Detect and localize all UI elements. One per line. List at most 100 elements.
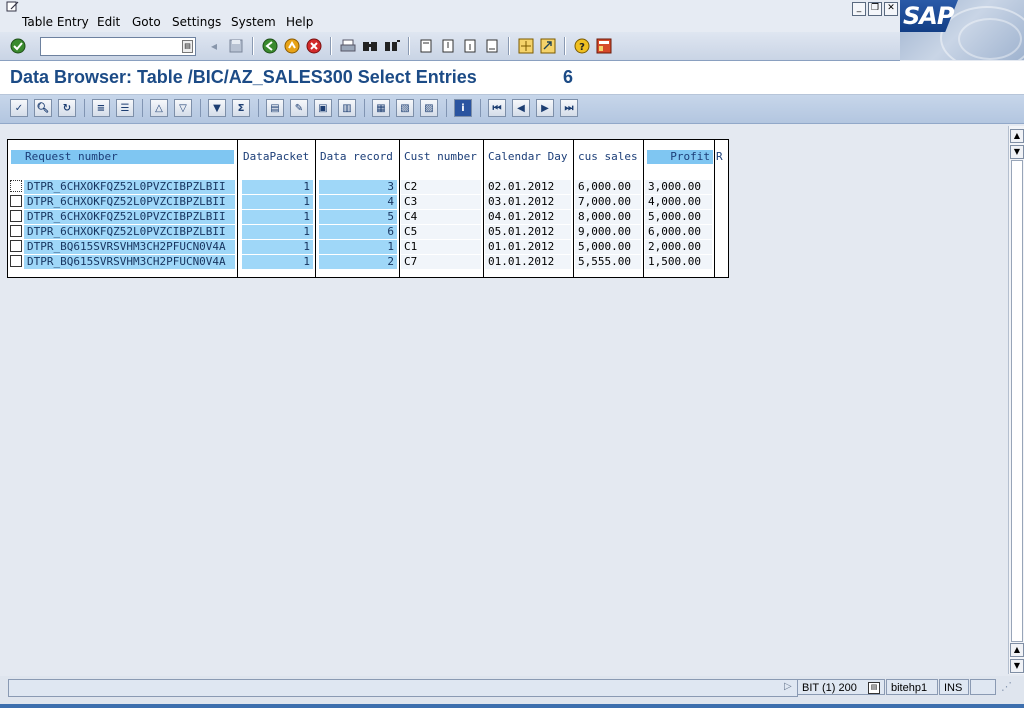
cell-cust-number: C1 (401, 240, 481, 254)
check-table-icon[interactable]: ✓ (10, 99, 28, 117)
next-record-icon[interactable]: ▶ (536, 99, 554, 117)
header-profit[interactable]: Profit (647, 150, 713, 164)
enter-icon[interactable] (9, 37, 27, 55)
refresh-icon[interactable]: ↻ (58, 99, 76, 117)
menu-corner-icon[interactable] (6, 1, 20, 13)
row-checkbox[interactable] (10, 255, 22, 267)
menu-system[interactable]: System (231, 15, 276, 29)
header-r[interactable]: R (715, 150, 727, 164)
status-expand-icon[interactable]: ▷ (780, 679, 797, 695)
command-field[interactable]: ▤ (40, 37, 196, 56)
find-icon[interactable] (361, 37, 379, 55)
header-request-number[interactable]: Request number (11, 150, 234, 164)
toolbar-separator (480, 99, 481, 117)
toolbar-separator (446, 99, 447, 117)
menu-goto[interactable]: Goto (132, 15, 161, 29)
vertical-scrollbar[interactable]: ▲ ▼ ▲ ▼ (1008, 126, 1024, 674)
check-entries-icon[interactable]: ☰ (116, 99, 134, 117)
menu-help[interactable]: Help (286, 15, 313, 29)
word-processing-icon[interactable]: ✎ (290, 99, 308, 117)
cell-profit: 4,000.00 (645, 195, 712, 209)
exit-icon[interactable] (283, 37, 301, 55)
cell-request-number: DTPR_6CHXOKFQZ52L0PVZCIBPZLBII (24, 195, 235, 209)
change-layout-icon[interactable]: ▦ (372, 99, 390, 117)
scroll-down-icon[interactable]: ▼ (1010, 659, 1024, 673)
print-icon[interactable] (339, 37, 357, 55)
menu-edit[interactable]: Edit (97, 15, 120, 29)
cell-calendar-day: 05.01.2012 (485, 225, 571, 239)
local-file-icon[interactable]: ▣ (314, 99, 332, 117)
toolbar-separator (330, 37, 332, 55)
close-window-icon[interactable]: ✕ (884, 2, 898, 16)
cell-request-number: DTPR_BQ615SVRSVHM3CH2PFUCN0V4A (24, 255, 235, 269)
back-icon[interactable] (261, 37, 279, 55)
window-controls: _ ❐ ✕ (852, 2, 898, 16)
graphic-icon[interactable]: ▥ (338, 99, 356, 117)
previous-record-icon[interactable]: ◀ (512, 99, 530, 117)
sort-descending-icon[interactable]: ▽ (174, 99, 192, 117)
scroll-page-up-icon[interactable]: ▼ (1010, 145, 1024, 159)
cell-profit: 1,500.00 (645, 255, 712, 269)
next-page-icon[interactable] (461, 37, 479, 55)
scroll-track[interactable] (1011, 160, 1023, 642)
row-checkbox[interactable] (10, 240, 22, 252)
last-page-icon[interactable] (483, 37, 501, 55)
scroll-up-icon[interactable]: ▲ (1010, 129, 1024, 143)
status-mode: INS (939, 679, 969, 695)
header-data-packet[interactable]: DataPacket (240, 150, 313, 164)
menu-table-entry[interactable]: Table Entry (22, 15, 89, 29)
status-system: BIT (1) 200 ▤ (797, 679, 885, 695)
cell-data-record: 6 (319, 225, 397, 239)
header-data-record[interactable]: Data record (317, 150, 399, 164)
filter-icon[interactable]: ▼ (208, 99, 226, 117)
row-checkbox[interactable] (10, 180, 22, 192)
cancel-icon[interactable] (305, 37, 323, 55)
row-checkbox[interactable] (10, 195, 22, 207)
status-bar: ▷ BIT (1) 200 ▤ bitehp1 INS ⋰ (0, 676, 1024, 708)
cell-data-packet: 1 (242, 255, 313, 269)
logo-text: SAP (903, 2, 954, 30)
layout-menu-icon[interactable] (595, 37, 613, 55)
resize-grip-icon[interactable]: ⋰ (997, 679, 1019, 695)
cell-request-number: DTPR_6CHXOKFQZ52L0PVZCIBPZLBII (24, 180, 235, 194)
find-next-icon[interactable] (383, 37, 401, 55)
system-info-icon[interactable]: ▤ (868, 682, 880, 694)
shortcut-icon[interactable] (539, 37, 557, 55)
select-layout-icon[interactable]: ▧ (396, 99, 414, 117)
total-icon[interactable]: Σ (232, 99, 250, 117)
scroll-page-down-icon[interactable]: ▲ (1010, 643, 1024, 657)
cell-data-record: 4 (319, 195, 397, 209)
help-icon[interactable]: ? (573, 37, 591, 55)
header-cus-sales[interactable]: cus sales (575, 150, 643, 164)
standard-toolbar: ▤ ◂ ? (0, 32, 900, 61)
create-session-icon[interactable] (517, 37, 535, 55)
first-page-icon[interactable] (417, 37, 435, 55)
cell-cust-number: C2 (401, 180, 481, 194)
menu-settings[interactable]: Settings (172, 15, 221, 29)
save-icon[interactable] (227, 37, 245, 55)
save-layout-icon[interactable]: ▨ (420, 99, 438, 117)
details-icon[interactable]: ≡ (92, 99, 110, 117)
info-icon[interactable]: i (454, 99, 472, 117)
sort-ascending-icon[interactable]: △ (150, 99, 168, 117)
row-checkbox[interactable] (10, 210, 22, 222)
page-title: Data Browser: Table /BIC/AZ_SALES300 Sel… (10, 67, 477, 87)
command-history-icon[interactable]: ▤ (182, 40, 193, 53)
header-calendar-day[interactable]: Calendar Day (485, 150, 573, 164)
export-excel-icon[interactable]: ▤ (266, 99, 284, 117)
minimize-icon[interactable]: _ (852, 2, 866, 16)
toolbar-separator (84, 99, 85, 117)
back-history-icon[interactable]: ◂ (205, 37, 223, 55)
header-cust-number[interactable]: Cust number (401, 150, 483, 164)
last-record-icon[interactable]: ⏭︎ (560, 99, 578, 117)
first-record-icon[interactable]: ⏮︎ (488, 99, 506, 117)
row-checkbox[interactable] (10, 225, 22, 237)
cell-cust-number: C4 (401, 210, 481, 224)
toolbar-separator (508, 37, 510, 55)
logo-swirl-inner (958, 18, 1022, 60)
data-grid: Request number DataPacket Data record Cu… (7, 139, 729, 278)
previous-page-icon[interactable] (439, 37, 457, 55)
cell-cus-sales: 7,000.00 (575, 195, 641, 209)
restore-icon[interactable]: ❐ (868, 2, 882, 16)
display-icon[interactable]: 🔍︎ (34, 99, 52, 117)
